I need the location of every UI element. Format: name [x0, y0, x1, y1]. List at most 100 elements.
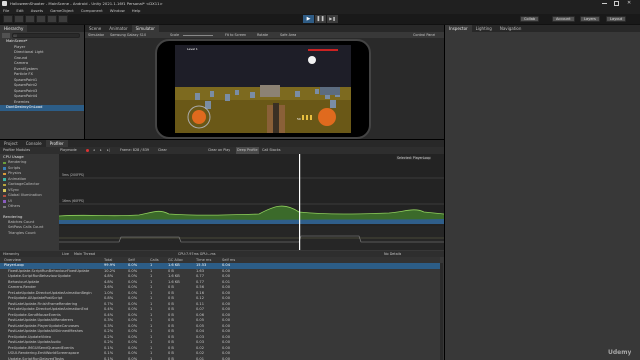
cpu-category-label: Global Illumination — [8, 193, 42, 197]
table-row[interactable]: Update.ScriptRunDelayedTasks 0.1% 0.0% 1 0 B… — [0, 357, 440, 360]
play-button[interactable]: ▶ — [303, 15, 314, 23]
account-button[interactable]: Account — [552, 16, 575, 22]
hierarchy-item-label: Directional Light — [14, 50, 44, 54]
deep-profile-toggle[interactable]: Deep Profile — [236, 147, 259, 154]
hierarchy-search-input[interactable] — [12, 33, 80, 38]
rotate-button[interactable]: Rotate — [257, 32, 268, 38]
cpu-category-label: VSync — [8, 187, 20, 192]
rendering-stat-row[interactable]: Triangles Count — [0, 231, 58, 237]
tab-inspector[interactable]: Inspector — [445, 25, 472, 32]
hierarchy-item-label: SpawnPoint4 — [14, 94, 38, 98]
rect-tool-button[interactable] — [47, 15, 57, 23]
clear-on-play-toggle[interactable]: Clear on Play — [208, 147, 230, 154]
tab-animator[interactable]: Animator — [105, 25, 131, 32]
tab-lighting[interactable]: Lighting — [472, 25, 496, 32]
game-view[interactable] — [175, 45, 351, 133]
level-label: Level 1 — [187, 47, 198, 51]
transform-tool-button[interactable] — [58, 15, 68, 23]
hierarchy-item-label: Enemies — [14, 99, 30, 104]
cell-calls: 1 — [150, 356, 153, 360]
cpu-category-label: Physics — [8, 171, 22, 175]
tab-simulator[interactable]: Simulator — [131, 25, 159, 32]
table-scrollbar[interactable] — [440, 263, 443, 360]
scene-panel: Scene Animator Simulator Simulator Samsung… — [85, 25, 444, 139]
profiler-table: PlayerLoop 99.9% 0.0% 1 1.6 KB 15.53 0.04 Fixed… — [0, 263, 440, 360]
step-button[interactable]: ▶❚ — [327, 15, 338, 23]
menu-file[interactable]: File — [3, 8, 9, 13]
hierarchy-item-label: EventSystem — [14, 66, 38, 71]
category-color-swatch — [3, 178, 6, 181]
category-color-swatch — [3, 172, 6, 175]
minimize-icon[interactable] — [602, 3, 607, 4]
collab-button[interactable]: Collab — [520, 16, 540, 22]
rotate-tool-button[interactable] — [25, 15, 35, 23]
hierarchy-item-label: SpawnPoint2 — [14, 83, 38, 87]
fps-line-label-5ms: 5ms (200FPS) — [62, 173, 85, 177]
cpu-category-label: Scripts — [8, 165, 21, 170]
hierarchy-panel: Hierarchy MainScene*PlayerDirectional Li… — [0, 25, 84, 139]
playmode-dropdown[interactable]: Playmode — [60, 147, 77, 154]
hierarchy-tree: MainScene* Player Directional Light Ground C… — [0, 39, 84, 111]
layers-dropdown[interactable]: Layers — [580, 16, 600, 22]
cell-self: 0.0% — [128, 356, 138, 360]
hierarchy-item-label: DontDestroyOnLoad — [6, 105, 43, 109]
category-color-swatch — [3, 189, 6, 192]
tab-scene[interactable]: Scene — [85, 25, 105, 32]
cell-total: 0.1% — [104, 356, 114, 360]
menu-component[interactable]: Component — [81, 8, 103, 13]
scale-slider[interactable] — [183, 34, 213, 36]
cpu-category-label: Animation — [8, 176, 27, 181]
unity-logo-icon — [2, 1, 7, 6]
tab-profiler[interactable]: Profiler — [45, 140, 68, 147]
profiler-modules-list: CPU Usage Rendering Scripts Physics Animati… — [0, 154, 58, 250]
hierarchy-item-label: Particle FX — [14, 72, 33, 76]
prev-frame-icon[interactable]: ◂ — [93, 147, 95, 154]
watermark-logo: Udemy — [608, 349, 632, 356]
category-color-swatch — [3, 167, 6, 170]
profiler-modules-dropdown[interactable]: Profiler Modules — [3, 147, 30, 154]
device-model-dropdown[interactable]: Samsung Galaxy S10 — [110, 32, 146, 38]
add-object-button[interactable] — [2, 33, 10, 38]
clear-button[interactable]: Clear — [158, 147, 167, 154]
hierarchy-item-label: Player — [14, 44, 26, 49]
tab-navigation[interactable]: Navigation — [496, 25, 526, 32]
record-icon[interactable] — [86, 149, 89, 152]
next-frame-icon[interactable]: ▸ — [100, 147, 102, 154]
pause-button[interactable]: ❚❚ — [315, 15, 326, 23]
device-frame: Level 1 50 — [155, 39, 371, 139]
menu-edit[interactable]: Edit — [16, 8, 23, 13]
hand-tool-button[interactable] — [3, 15, 13, 23]
tab-console[interactable]: Console — [22, 140, 46, 147]
hierarchy-item[interactable]: DontDestroyOnLoad — [0, 105, 84, 111]
scale-label: Scale — [170, 33, 180, 37]
profiler-toolbar: Profiler Modules Playmode ◂ ▸ ▸| Frame: … — [0, 147, 444, 154]
control-panel-button[interactable]: Control Panel — [413, 32, 435, 38]
tab-project[interactable]: Project — [0, 140, 22, 147]
move-tool-button[interactable] — [14, 15, 24, 23]
ammo-count: 50 — [297, 117, 301, 121]
menu-window[interactable]: Window — [110, 8, 125, 13]
call-stacks-toggle[interactable]: Call Stacks — [262, 147, 281, 154]
category-color-swatch — [3, 205, 6, 208]
category-color-swatch — [3, 200, 6, 203]
category-color-swatch — [3, 183, 6, 186]
tab-hierarchy[interactable]: Hierarchy — [0, 25, 28, 32]
scale-tool-button[interactable] — [36, 15, 46, 23]
cpu-category-label: UI — [8, 198, 12, 203]
menu-help[interactable]: Help — [132, 8, 141, 13]
last-frame-icon[interactable]: ▸| — [107, 147, 110, 154]
fit-to-screen-toggle[interactable]: Fit to Screen — [225, 32, 246, 38]
cpu-category-row[interactable]: Others — [0, 204, 58, 210]
menu-gameobject[interactable]: GameObject — [50, 8, 74, 13]
maximize-icon[interactable] — [614, 1, 619, 6]
close-icon[interactable]: ✕ — [627, 0, 631, 7]
selected-sample-label: Selected: PlayerLoop — [396, 156, 432, 160]
main-toolbar: ▶ ❚❚ ▶❚ Collab Account Layers Layout — [0, 14, 640, 25]
cell-time: 0.01 — [196, 356, 205, 360]
device-dropdown[interactable]: Simulator — [88, 32, 104, 38]
layout-dropdown[interactable]: Layout — [606, 16, 627, 22]
rendering-stat-label: SetPass Calls Count — [8, 225, 44, 229]
cpu-usage-chart[interactable] — [59, 154, 444, 250]
menu-assets[interactable]: Assets — [31, 8, 43, 13]
safe-area-toggle[interactable]: Safe Area — [280, 32, 296, 38]
